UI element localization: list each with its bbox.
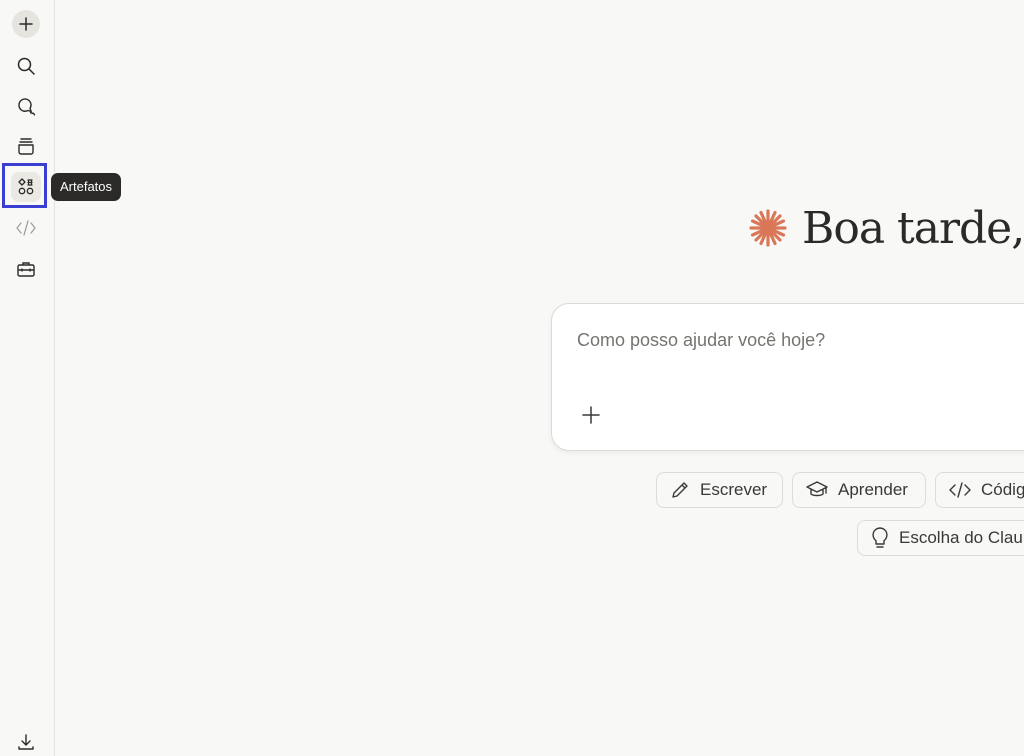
code-icon	[16, 220, 36, 236]
code-chip-label: Códig	[981, 480, 1024, 499]
new-chat-button[interactable]	[12, 10, 40, 38]
message-composer	[551, 303, 1024, 451]
chats-button[interactable]	[11, 91, 41, 121]
message-input[interactable]	[577, 330, 1017, 351]
code-chip[interactable]: Códig	[935, 472, 1024, 508]
download-app-button[interactable]	[11, 727, 41, 756]
artifacts-highlight-box	[2, 163, 47, 208]
artifacts-tooltip: Artefatos	[51, 173, 122, 201]
claude-logo-icon	[749, 209, 787, 247]
search-button[interactable]	[11, 51, 41, 81]
code-icon	[948, 480, 972, 500]
write-chip[interactable]: Escrever	[656, 472, 783, 508]
plus-icon	[19, 17, 33, 31]
download-icon	[18, 734, 34, 750]
greeting-text: Boa tarde,	[802, 202, 1024, 254]
attach-button[interactable]	[580, 404, 602, 426]
plus-icon	[582, 406, 600, 424]
projects-button[interactable]	[11, 131, 41, 161]
sidebar	[0, 0, 55, 756]
claude-choice-chip[interactable]: Escolha do Clau	[857, 520, 1024, 556]
write-chip-label: Escrever	[700, 480, 768, 499]
greeting: Boa tarde,	[748, 198, 1024, 258]
toolbox-icon	[17, 262, 35, 277]
projects-icon	[18, 138, 34, 155]
search-icon	[17, 57, 35, 75]
learn-chip-label: Aprender	[838, 480, 908, 499]
app-window: Artefatos Boa tarde, Escrever	[0, 0, 1024, 756]
lightbulb-icon	[870, 526, 890, 550]
pencil-icon	[669, 479, 691, 501]
claude-choice-chip-label: Escolha do Clau	[899, 528, 1023, 547]
graduation-cap-icon	[805, 479, 829, 501]
learn-chip[interactable]: Aprender	[792, 472, 926, 508]
tools-button[interactable]	[11, 254, 41, 284]
chats-icon	[18, 98, 36, 116]
code-button[interactable]	[11, 213, 41, 243]
